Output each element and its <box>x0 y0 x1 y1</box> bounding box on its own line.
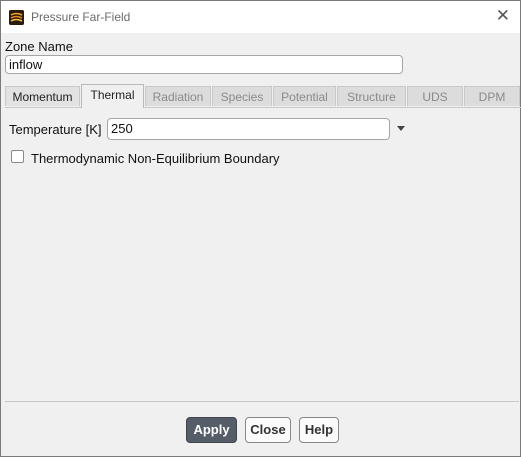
zone-name-label: Zone Name <box>5 39 73 54</box>
chevron-down-icon[interactable] <box>397 126 405 131</box>
pressure-far-field-dialog: Pressure Far-Field ✕ Zone Name Momentum … <box>0 0 521 457</box>
tab-momentum[interactable]: Momentum <box>5 86 80 106</box>
close-icon[interactable]: ✕ <box>496 7 510 25</box>
divider <box>5 401 519 402</box>
apply-button[interactable]: Apply <box>186 417 237 443</box>
tab-radiation[interactable]: Radiation <box>145 86 211 106</box>
zone-name-input[interactable] <box>5 55 403 74</box>
close-button[interactable]: Close <box>245 417 291 443</box>
title-bar: Pressure Far-Field ✕ <box>1 1 520 33</box>
tab-strip: Momentum Thermal Radiation Species Poten… <box>5 84 521 108</box>
tab-uds[interactable]: UDS <box>407 86 463 106</box>
tab-thermal[interactable]: Thermal <box>81 84 144 108</box>
tab-structure[interactable]: Structure <box>337 86 406 106</box>
window-title: Pressure Far-Field <box>31 10 131 24</box>
temperature-label: Temperature [K] <box>9 122 102 137</box>
tab-dpm[interactable]: DPM <box>464 86 520 106</box>
temperature-input[interactable]: 250 <box>107 118 390 140</box>
fluent-app-icon <box>9 10 24 25</box>
thermo-non-equilibrium-checkbox[interactable] <box>11 150 24 163</box>
help-button[interactable]: Help <box>299 417 339 443</box>
tab-species[interactable]: Species <box>212 86 272 106</box>
tab-potential[interactable]: Potential <box>273 86 336 106</box>
thermo-non-equilibrium-label: Thermodynamic Non-Equilibrium Boundary <box>31 151 280 166</box>
